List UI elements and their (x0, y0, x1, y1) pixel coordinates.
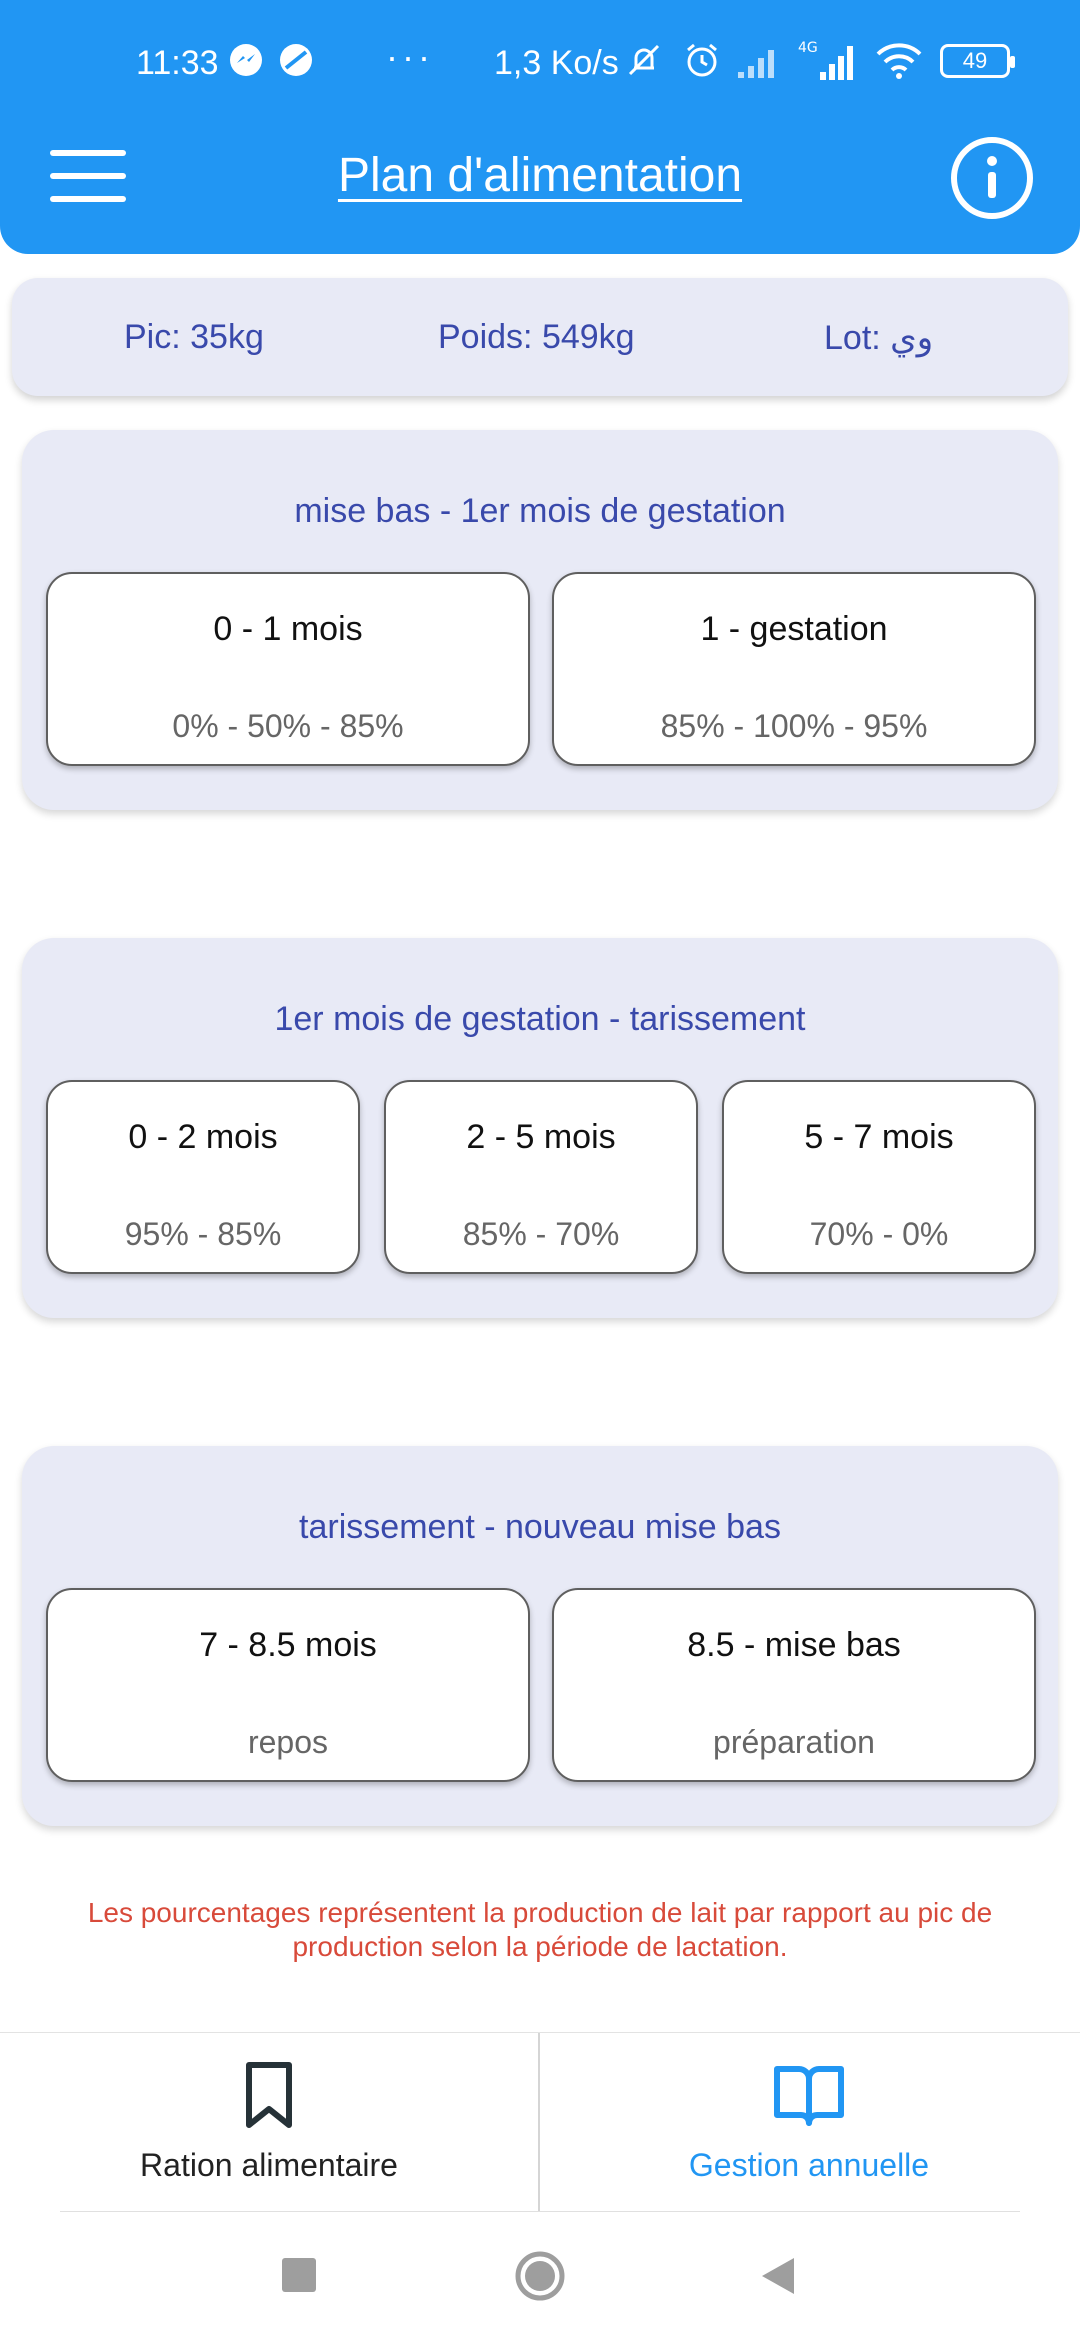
status-bar: 11:33 ··· 1,3 Ko/s 4G 49 (0, 30, 1080, 94)
network-type: 4G (798, 40, 818, 56)
period-tile[interactable]: 0 - 2 mois 95% - 85% (46, 1080, 360, 1274)
system-navigation (0, 2220, 1080, 2340)
section-title: mise bas - 1er mois de gestation (294, 492, 786, 530)
app-bar: 11:33 ··· 1,3 Ko/s 4G 49 Plan d'alimenta… (0, 0, 1080, 254)
nav-underline (60, 2211, 1020, 2212)
period-tile[interactable]: 8.5 - mise bas préparation (552, 1588, 1036, 1782)
wifi-icon (876, 43, 922, 79)
battery-level: 49 (962, 48, 988, 73)
tile-period: 0 - 2 mois (128, 1118, 278, 1156)
period-tile[interactable]: 2 - 5 mois 85% - 70% (384, 1080, 698, 1274)
tile-period: 8.5 - mise bas (687, 1626, 901, 1664)
pic-value: Pic: 35kg (124, 318, 264, 356)
page-title: Plan d'alimentation (337, 149, 743, 202)
tile-period: 2 - 5 mois (466, 1118, 616, 1156)
nav-label: Gestion annuelle (688, 2147, 930, 2183)
nav-ration-alimentaire[interactable]: Ration alimentaire (0, 2033, 538, 2211)
section-card: 1er mois de gestation - tarissement 0 - … (22, 938, 1058, 1318)
period-tile[interactable]: 7 - 8.5 mois repos (46, 1588, 530, 1782)
poids-value: Poids: 549kg (438, 318, 635, 356)
period-tile[interactable]: 0 - 1 mois 0% - 50% - 85% (46, 572, 530, 766)
section-card: tarissement - nouveau mise bas 7 - 8.5 m… (22, 1446, 1058, 1826)
nav-label: Ration alimentaire (140, 2147, 398, 2183)
summary-card: Pic: 35kg Poids: 549kg Lot: وي (12, 278, 1068, 396)
tile-percentages: 85% - 100% - 95% (660, 708, 928, 744)
tile-period: 5 - 7 mois (804, 1118, 954, 1156)
tile-period: 1 - gestation (700, 610, 888, 648)
book-icon (774, 2066, 844, 2126)
lot-value: Lot: وي (824, 319, 934, 357)
network-speed: 1,3 Ko/s (494, 44, 619, 82)
info-icon[interactable] (950, 136, 1034, 220)
footnote: Les pourcentages représentent la product… (87, 1897, 993, 1962)
section-title: tarissement - nouveau mise bas (299, 1508, 781, 1546)
tile-period: 7 - 8.5 mois (199, 1626, 377, 1664)
more-notifications-icon: ··· (386, 36, 434, 77)
tile-description: repos (247, 1724, 329, 1760)
battery-icon: 49 (940, 44, 1015, 78)
status-time: 11:33 (136, 44, 219, 82)
tile-percentages: 0% - 50% - 85% (172, 708, 404, 744)
signal-4g-icon: 4G (798, 40, 853, 80)
recents-icon[interactable] (282, 2258, 316, 2292)
mute-icon (628, 44, 660, 76)
bottom-navigation: Ration alimentaire Gestion annuelle (0, 2032, 1080, 2212)
back-icon[interactable] (758, 2254, 798, 2298)
tile-percentages: 85% - 70% (462, 1216, 620, 1252)
messenger-icon (230, 44, 262, 76)
app-notification-icon (280, 44, 312, 76)
alarm-icon (687, 43, 717, 77)
tile-period: 0 - 1 mois (213, 610, 363, 648)
section-title: 1er mois de gestation - tarissement (274, 1000, 806, 1038)
section-card: mise bas - 1er mois de gestation 0 - 1 m… (22, 430, 1058, 810)
signal-icon (738, 50, 774, 78)
tile-percentages: 95% - 85% (124, 1216, 282, 1252)
bookmark-icon (246, 2062, 292, 2128)
nav-gestion-annuelle[interactable]: Gestion annuelle (540, 2033, 1078, 2211)
tile-percentages: 70% - 0% (809, 1216, 949, 1252)
period-tile[interactable]: 5 - 7 mois 70% - 0% (722, 1080, 1036, 1274)
tile-description: préparation (713, 1724, 875, 1760)
period-tile[interactable]: 1 - gestation 85% - 100% - 95% (552, 572, 1036, 766)
home-icon[interactable] (514, 2250, 566, 2302)
